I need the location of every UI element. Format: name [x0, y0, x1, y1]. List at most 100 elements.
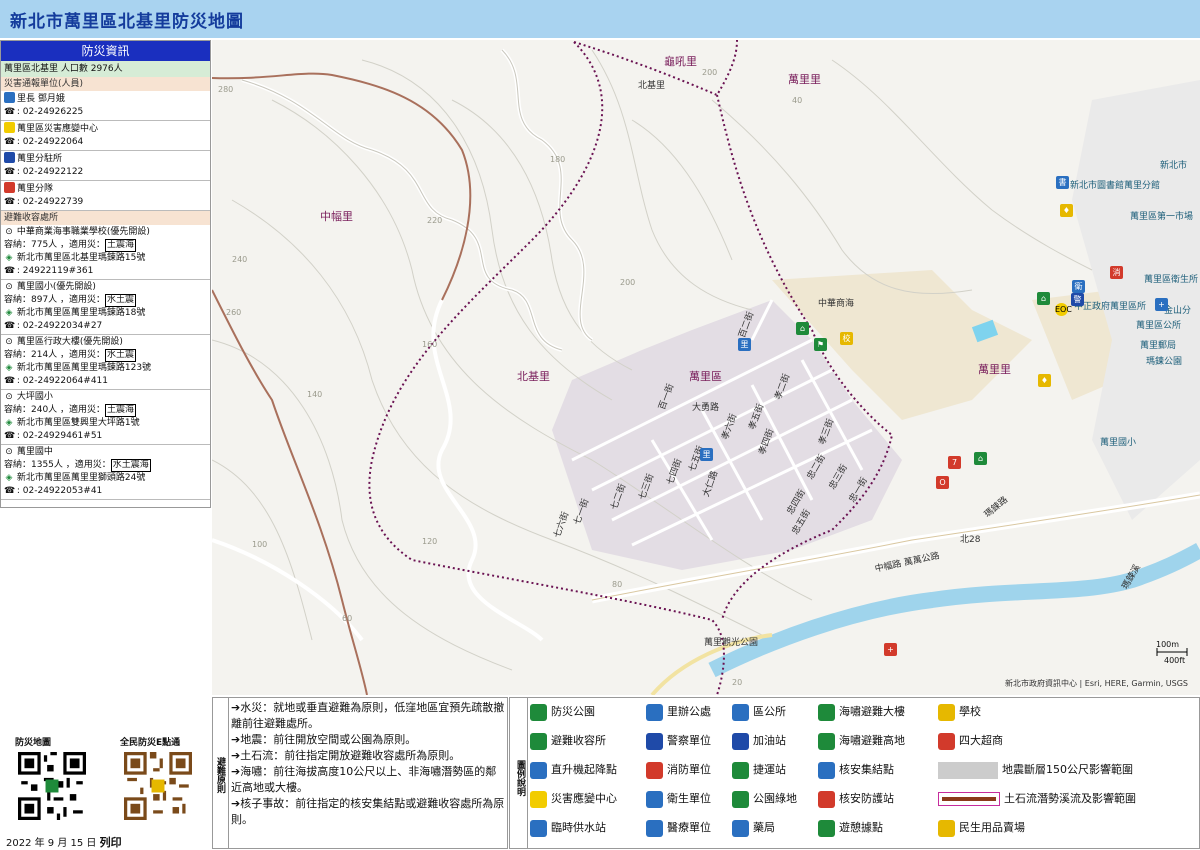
contour-label: 260 — [226, 308, 242, 317]
shelter-capacity: 容納：775人 ，適用災： — [4, 240, 106, 250]
nuclear-protection-marker[interactable]: + — [884, 643, 897, 656]
eoc-marker[interactable]: EOC — [1055, 303, 1072, 316]
contact-name: 里長 鄧月娥 — [17, 94, 65, 104]
scale-label-m: 100m — [1156, 640, 1180, 649]
panel-heading: 防災資訊 — [1, 41, 210, 61]
fire-station-marker[interactable]: 消 — [1110, 266, 1123, 279]
legend-item: 里辦公處 — [646, 703, 711, 721]
arrow-icon: ➔ — [231, 701, 241, 714]
principle-text: 海嘯：前往海拔高度10公尺以上、非海嘯潛勢區的鄰近高地或大樓。 — [231, 765, 497, 794]
legend-label: 區公所 — [753, 705, 786, 718]
village-label-zhongfu: 中幅里 — [320, 210, 353, 223]
nuclear-assembly-icon — [818, 761, 835, 779]
contour-label: 40 — [792, 96, 803, 105]
helicopter-icon — [530, 761, 547, 779]
legend-label: 土石流潛勢溪流及影響範圍 — [1004, 792, 1136, 805]
fire-station-icon — [4, 182, 15, 193]
contour-label: 220 — [427, 216, 443, 225]
header-bar: 新北市萬里區北基里防災地圖 — [0, 0, 1200, 38]
legend: 圖例說明 防災公園 里辦公處 區公所 海嘯避難大樓 學校 避難收容所 警察單位 加油站 海嘯避難… — [509, 697, 1200, 849]
police-marker[interactable]: 警 — [1071, 293, 1084, 306]
contour-label: 180 — [550, 155, 566, 164]
print-date-suffix: 列印 — [99, 836, 122, 849]
hazard-types: 水土震 — [105, 294, 137, 307]
legend-label: 核安防護站 — [839, 792, 894, 805]
phone-icon: ☎ — [4, 431, 16, 441]
village-label-beiji: 北基里 — [517, 370, 550, 383]
shelter-address: 新北市萬里區北基里瑪鋉路15號 — [16, 253, 146, 263]
shelter-phone[interactable]: 02-24929461#51 — [23, 431, 103, 441]
shelter-item[interactable]: ⊙ 大坪國小 容納：240人 ，適用災： 土震海 ◈ 新北市萬里區雙興里大坪路1號 ☎ … — [1, 390, 210, 445]
tsunami-building-icon — [818, 703, 835, 721]
qr-code-app[interactable] — [124, 752, 192, 820]
village-label-guihou: 龜吼里 — [664, 55, 697, 68]
map-attribution: 新北市政府資訊中心 | Esri, HERE, Garmin, USGS — [1004, 679, 1188, 688]
legend-label: 遊憩據點 — [839, 821, 883, 834]
principle-text: 水災：就地或垂直避難為原則，低窪地區宜預先疏散撤離前往避難處所。 — [231, 701, 505, 730]
supermarket-marker[interactable]: ♦ — [1038, 374, 1051, 387]
legend-item: 藥局 — [732, 819, 775, 837]
map-canvas[interactable]: 龜吼里 萬里里 北基里 中幅里 萬里里 萬里區 北基里 中幅路 萬萬公路 瑪鋉路… — [212, 40, 1200, 695]
contact-phone[interactable]: 02-24922122 — [23, 167, 84, 177]
shelter-marker[interactable]: ⌂ — [796, 322, 809, 335]
qr-code-map[interactable] — [18, 752, 86, 820]
contact-phone[interactable]: 02-24926225 — [23, 107, 84, 117]
hazard-types: 土震海 — [105, 239, 137, 252]
legend-item: 民生用品賣場 — [938, 819, 1025, 837]
shelter-phone[interactable]: 02-24922064#411 — [23, 376, 108, 386]
contact-phone[interactable]: 02-24922064 — [23, 137, 84, 147]
report-section-heading: 災害通報單位(人員) — [1, 77, 210, 91]
legend-item: 核安防護站 — [818, 790, 894, 808]
supermarket-marker[interactable]: ♦ — [1060, 204, 1073, 217]
village-office-icon — [4, 92, 15, 103]
qr-label-map: 防災地圖 — [15, 738, 52, 748]
shelter-item[interactable]: ⊙ 中華商業海事職業學校(優先開設) 容納：775人 ，適用災： 土震海 ◈ 新北市萬… — [1, 225, 210, 280]
legend-item: 地震斷層150公尺影響範圍 — [938, 761, 1133, 779]
principles-list: ➔水災：就地或垂直避難為原則，低窪地區宜預先疏散撤離前往避難處所。 ➔地震：前往開… — [231, 700, 505, 828]
legend-label: 海嘯避難大樓 — [839, 705, 905, 718]
shelter-address: 新北市萬里區萬里里獅頭路24號 — [16, 473, 146, 483]
health-marker[interactable]: 衛 — [1072, 280, 1085, 293]
legend-label: 加油站 — [753, 734, 786, 747]
park-marker[interactable]: ⚑ — [814, 338, 827, 351]
contact-name: 萬里分駐所 — [17, 154, 63, 164]
medical-marker[interactable]: + — [1155, 298, 1168, 311]
school-label: 中華商海 — [818, 299, 855, 309]
shelter-marker[interactable]: ⌂ — [1037, 292, 1050, 305]
shelter-item[interactable]: ⊙ 萬里國中 容納：1355人 ，適用災： 水土震海 ◈ 新北市萬里區萬里里獅頭路24… — [1, 445, 210, 500]
shelter-item[interactable]: ⊙ 萬里國小(優先開設) 容納：897人 ，適用災： 水土震 ◈ 新北市萬里區萬里里瑪… — [1, 280, 210, 335]
legend-item: 警察單位 — [646, 732, 711, 750]
map-pin-icon: ◈ — [5, 253, 13, 263]
school-marker[interactable]: 校 — [840, 332, 853, 345]
village-office-marker[interactable]: 里 — [738, 338, 751, 351]
legend-label: 公園綠地 — [753, 792, 797, 805]
shelter-marker[interactable]: ⌂ — [974, 452, 987, 465]
contour-label: 160 — [422, 340, 438, 349]
legend-label: 避難收容所 — [551, 734, 606, 747]
shelter-item[interactable]: ⊙ 萬里區行政大樓(優先開設) 容納：214人 ，適用災： 水土震 ◈ 新北市萬里區萬… — [1, 335, 210, 390]
shelter-phone[interactable]: 02-24922053#41 — [23, 486, 103, 496]
evacuation-principles: 避難原則 ➔水災：就地或垂直避難為原則，低窪地區宜預先疏散撤離前往避難處所。 ➔地… — [212, 697, 508, 849]
legend-label: 民生用品賣場 — [959, 821, 1025, 834]
shelter-phone[interactable]: 24922119#361 — [23, 266, 94, 276]
legend-label: 藥局 — [753, 821, 775, 834]
shelter-phone[interactable]: 02-24922034#27 — [23, 321, 103, 331]
library-marker[interactable]: 書 — [1056, 176, 1069, 189]
village-office-marker[interactable]: 里 — [700, 448, 713, 461]
print-date: 2022 年 9 月 15 日 列印 — [6, 834, 122, 850]
park-label: 萬里觀光公園 — [704, 638, 759, 648]
convenience-store-marker[interactable]: 7 — [948, 456, 961, 469]
convenience-store-marker[interactable]: O — [936, 476, 949, 489]
principle-text: 土石流：前往指定開放避難收容處所為原則。 — [240, 749, 461, 762]
principle-item: ➔地震：前往開放空間或公園為原則。 — [231, 732, 505, 748]
tsunami-high-ground-icon — [818, 732, 835, 750]
contact-phone[interactable]: 02-24922739 — [23, 197, 84, 207]
phone-icon: ☎ — [4, 376, 16, 386]
legend-label: 地震斷層150公尺影響範圍 — [1002, 763, 1133, 776]
target-icon: ⊙ — [5, 392, 13, 402]
legend-item: 四大超商 — [938, 732, 1003, 750]
contact-item: 萬里區災害應變中心 ☎ : 02-24922064 — [1, 121, 210, 151]
contour-label: 240 — [232, 255, 248, 264]
pharmacy-icon — [732, 819, 749, 837]
shelter-list: ⊙ 中華商業海事職業學校(優先開設) 容納：775人 ，適用災： 土震海 ◈ 新北市萬… — [1, 225, 210, 500]
